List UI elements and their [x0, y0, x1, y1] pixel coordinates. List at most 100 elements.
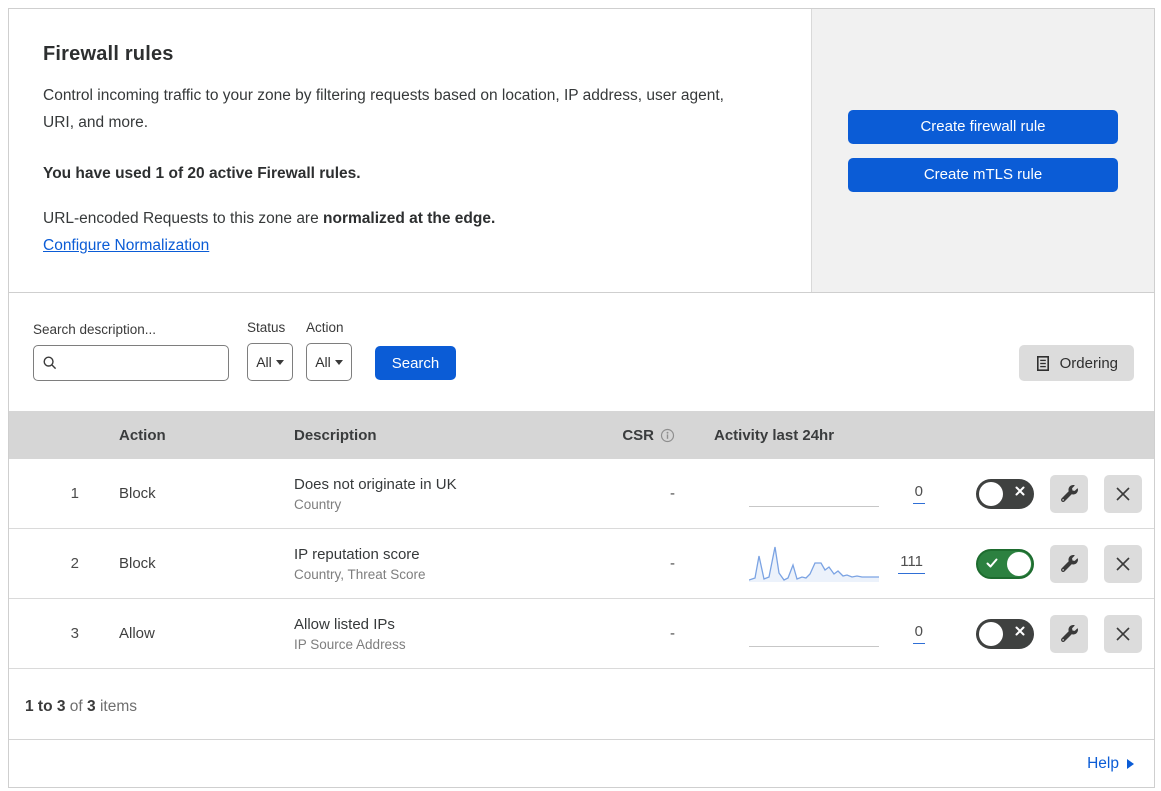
help-link[interactable]: Help — [1087, 755, 1134, 773]
rule-description-cell: Does not originate in UK Country — [279, 476, 581, 512]
column-csr: CSR — [581, 427, 691, 444]
cross-icon — [1015, 486, 1025, 495]
of-text: of — [65, 698, 88, 715]
search-group: Search description... — [33, 322, 229, 381]
ordering-icon — [1036, 355, 1049, 371]
search-icon — [43, 356, 57, 370]
search-button[interactable]: Search — [375, 346, 456, 380]
wrench-icon — [1060, 625, 1078, 642]
activity-count-link[interactable]: 0 — [912, 483, 925, 504]
rule-match-fields: IP Source Address — [294, 636, 406, 652]
create-firewall-rule-button[interactable]: Create firewall rule — [848, 109, 1118, 144]
check-icon — [986, 558, 998, 567]
toggle-knob — [979, 481, 1003, 506]
rule-activity-cell: 111 — [691, 542, 939, 586]
normalization-text: URL-encoded Requests to this zone are — [43, 210, 324, 228]
filter-bar: Search description... Status All Action … — [9, 293, 1154, 411]
help-link-label: Help — [1087, 754, 1119, 772]
rule-activity-cell: 0 — [691, 612, 939, 656]
activity-sparkline — [749, 472, 879, 516]
search-label: Search description... — [33, 322, 157, 337]
rule-action: Block — [119, 485, 156, 502]
action-dropdown-value: All — [315, 354, 331, 370]
table-header: Action Description CSR Activity last 24h… — [9, 411, 1154, 459]
rule-priority: 2 — [70, 555, 79, 572]
column-action: Action — [119, 426, 166, 444]
table-row: 2 Block IP reputation score Country, Thr… — [9, 529, 1154, 599]
rule-enabled-toggle[interactable] — [976, 478, 1034, 509]
rule-controls — [939, 474, 1154, 513]
configure-normalization-link[interactable]: Configure Normalization — [43, 237, 209, 255]
ordering-button-label: Ordering — [1059, 354, 1118, 372]
action-dropdown[interactable]: All — [306, 343, 352, 381]
delete-rule-button[interactable] — [1104, 474, 1142, 513]
rule-csr-value: - — [670, 485, 675, 502]
column-csr-label: CSR — [622, 426, 654, 444]
range-text: 1 to 3 — [25, 698, 66, 715]
wrench-icon — [1060, 555, 1078, 572]
edit-rule-button[interactable] — [1050, 474, 1088, 513]
close-icon — [1116, 556, 1130, 571]
chevron-down-icon — [275, 359, 284, 365]
actions-panel: Create firewall rule Create mTLS rule — [811, 9, 1154, 292]
usage-summary: You have used 1 of 20 active Firewall ru… — [43, 165, 361, 183]
status-filter-group: Status All — [247, 320, 293, 381]
rule-csr-value: - — [670, 555, 675, 572]
activity-sparkline — [749, 542, 879, 586]
rule-match-fields: Country — [294, 496, 342, 512]
hero-text: Firewall rules Control incoming traffic … — [9, 9, 811, 292]
rules-table-body: 1 Block Does not originate in UK Country… — [9, 459, 1154, 669]
help-row: Help — [9, 739, 1154, 787]
rule-description[interactable]: Does not originate in UK — [294, 476, 581, 493]
delete-rule-button[interactable] — [1104, 544, 1142, 583]
toggle-knob — [1007, 551, 1031, 576]
status-dropdown-value: All — [256, 354, 272, 370]
normalization-bold-text: normalized at the edge. — [323, 210, 496, 228]
rule-controls — [939, 614, 1154, 653]
close-icon — [1116, 626, 1130, 641]
action-filter-group: Action All — [306, 320, 352, 381]
rule-enabled-toggle[interactable] — [976, 548, 1034, 579]
search-input[interactable] — [64, 355, 220, 371]
column-description: Description — [294, 426, 377, 444]
action-label: Action — [306, 320, 344, 335]
total-text: 3 — [87, 698, 96, 715]
activity-count-link[interactable]: 111 — [898, 553, 925, 574]
activity-sparkline — [749, 612, 879, 656]
edit-rule-button[interactable] — [1050, 614, 1088, 653]
status-dropdown[interactable]: All — [247, 343, 293, 381]
status-label: Status — [247, 320, 286, 335]
chevron-right-icon — [1127, 758, 1134, 769]
delete-rule-button[interactable] — [1104, 614, 1142, 653]
create-mtls-rule-button[interactable]: Create mTLS rule — [848, 157, 1118, 192]
search-box — [33, 345, 229, 381]
rule-description[interactable]: IP reputation score — [294, 546, 581, 563]
rule-description[interactable]: Allow listed IPs — [294, 616, 581, 633]
page-description: Control incoming traffic to your zone by… — [43, 87, 724, 131]
rule-description-cell: IP reputation score Country, Threat Scor… — [279, 546, 581, 582]
toggle-knob — [979, 621, 1003, 646]
ordering-button[interactable]: Ordering — [1018, 345, 1134, 381]
rule-priority: 1 — [70, 485, 79, 502]
rule-priority: 3 — [70, 625, 79, 642]
items-text: items — [95, 698, 137, 715]
rule-enabled-toggle[interactable] — [976, 618, 1034, 649]
rule-activity-cell: 0 — [691, 472, 939, 516]
activity-count-link[interactable]: 0 — [912, 623, 925, 644]
activity-flatline — [749, 645, 879, 647]
cross-icon — [1015, 626, 1025, 635]
column-activity: Activity last 24hr — [714, 426, 835, 444]
rule-action: Block — [119, 555, 156, 572]
table-row: 3 Allow Allow listed IPs IP Source Addre… — [9, 599, 1154, 669]
edit-rule-button[interactable] — [1050, 544, 1088, 583]
page-title: Firewall rules — [43, 43, 174, 65]
hero-section: Firewall rules Control incoming traffic … — [9, 9, 1154, 293]
rule-csr-value: - — [670, 625, 675, 642]
normalization-note: URL-encoded Requests to this zone are no… — [43, 210, 771, 228]
rule-description-cell: Allow listed IPs IP Source Address — [279, 616, 581, 652]
chevron-down-icon — [334, 359, 343, 365]
info-icon[interactable] — [660, 428, 675, 443]
pagination-summary: 1 to 3 of 3 items — [9, 669, 1154, 739]
wrench-icon — [1060, 485, 1078, 502]
rule-controls — [939, 544, 1154, 583]
